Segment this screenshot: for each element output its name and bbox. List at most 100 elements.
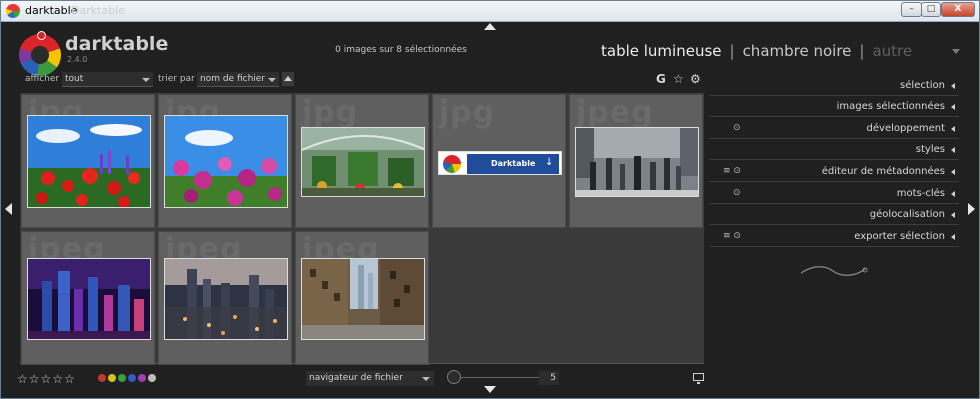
- thumbnail-cell[interactable]: jpeg: [295, 231, 429, 365]
- view-separator: |: [859, 42, 865, 60]
- panel-end-flourish-icon: [800, 266, 868, 276]
- module-label: éditeur de métadonnées: [821, 166, 945, 177]
- download-arrow-icon: ↓: [545, 157, 554, 168]
- module-label: développement: [866, 123, 945, 134]
- color-label-purple[interactable]: [138, 374, 146, 382]
- darktable-window: darktable Darktable – □ X darktable 2.4.…: [0, 0, 980, 399]
- darktable-banner: Darktable ↓: [438, 151, 562, 175]
- darktable-logo-icon: [19, 34, 61, 76]
- color-label-red[interactable]: [98, 374, 106, 382]
- preset-icon[interactable]: ⊙: [733, 188, 741, 198]
- star-overlay-icon[interactable]: ☆: [673, 72, 684, 86]
- collapse-top-panel-icon[interactable]: [484, 23, 496, 30]
- view-separator: |: [729, 42, 735, 60]
- color-label-blue[interactable]: [128, 374, 136, 382]
- chevron-down-icon: [142, 78, 150, 82]
- gear-icon[interactable]: ⚙: [690, 72, 701, 86]
- window-title: darktable: [25, 4, 78, 17]
- zoom-slider-handle[interactable]: [447, 370, 461, 384]
- module-label: mots-clés: [896, 188, 945, 199]
- thumbnail-image: [301, 258, 425, 340]
- view-darkroom[interactable]: chambre noire: [743, 42, 852, 60]
- file-extension: jpg: [302, 95, 359, 130]
- expand-triangle-icon: [951, 212, 955, 218]
- thumbnail-grid: jpg jpg jpg jpg Darktable ↓ jpeg jpeg jp…: [20, 93, 704, 365]
- module-selected-images[interactable]: images sélectionnées: [709, 97, 959, 117]
- module-label: styles: [915, 144, 945, 155]
- thumbnail-cell[interactable]: jpeg: [158, 231, 292, 365]
- thumbnail-cell[interactable]: jpeg: [21, 231, 155, 365]
- window-title-ghost: Darktable: [71, 4, 125, 17]
- view-switcher: table lumineuse | chambre noire | autre: [601, 42, 912, 60]
- module-selection[interactable]: sélection: [709, 76, 959, 96]
- collapse-left-panel-icon[interactable]: [5, 203, 12, 215]
- chevron-down-icon: [422, 377, 430, 381]
- maximize-button[interactable]: □: [921, 2, 941, 17]
- module-styles[interactable]: styles: [709, 140, 959, 160]
- selection-info: 0 images sur 8 sélectionnées: [335, 45, 467, 55]
- app-name: darktable: [65, 33, 169, 55]
- title-bar: darktable Darktable – □ X: [1, 1, 979, 22]
- show-label: afficher: [25, 74, 60, 84]
- layout-select[interactable]: navigateur de fichier: [306, 371, 434, 386]
- star-rating-filter[interactable]: ☆☆☆☆☆: [17, 372, 76, 386]
- thumbnail-image: [27, 258, 151, 340]
- chevron-down-icon: [268, 78, 276, 82]
- thumbnail-cell[interactable]: jpeg: [569, 94, 703, 228]
- expand-triangle-icon: [951, 104, 955, 110]
- color-label-gray[interactable]: [148, 374, 156, 382]
- view-other[interactable]: autre: [872, 42, 912, 60]
- thumbnail-image: [164, 115, 288, 208]
- expand-triangle-icon: [951, 169, 955, 175]
- sort-label: trier par: [158, 74, 195, 84]
- darktable-logo-icon: [443, 155, 461, 173]
- expand-triangle-icon: [951, 191, 955, 197]
- close-button[interactable]: X: [941, 2, 975, 17]
- thumbnail-image: [164, 258, 288, 340]
- module-develop[interactable]: ⊙ développement: [709, 119, 959, 139]
- layout-value: navigateur de fichier: [309, 373, 403, 383]
- view-lighttable[interactable]: table lumineuse: [601, 42, 722, 60]
- zoom-entry[interactable]: 5: [539, 371, 559, 385]
- module-label: géolocalisation: [869, 209, 945, 220]
- module-label: exporter sélection: [854, 231, 945, 242]
- thumbnail-image: [301, 127, 425, 197]
- thumbnail-cell[interactable]: jpg: [158, 94, 292, 228]
- color-label-yellow[interactable]: [108, 374, 116, 382]
- preset-icon[interactable]: ≡ ⊙: [723, 231, 741, 241]
- preset-icon[interactable]: ⊙: [733, 123, 741, 133]
- preset-icon[interactable]: ≡ ⊙: [723, 166, 741, 176]
- display-profile-icon[interactable]: [693, 373, 704, 384]
- show-filter-select[interactable]: tout: [62, 72, 153, 87]
- banner-text: Darktable: [491, 159, 536, 168]
- file-extension: jpg: [439, 95, 496, 130]
- app-icon: [6, 4, 20, 18]
- module-label: sélection: [900, 80, 945, 91]
- show-filter-value: tout: [65, 74, 84, 84]
- grid-bottom-line: [20, 363, 704, 364]
- module-tagging[interactable]: ⊙ mots-clés: [709, 184, 959, 204]
- minimize-button[interactable]: –: [901, 2, 922, 17]
- sort-select[interactable]: nom de fichier: [197, 72, 279, 87]
- color-label-green[interactable]: [118, 374, 126, 382]
- grouping-icon[interactable]: G: [656, 72, 666, 86]
- views-dropdown-icon[interactable]: [952, 49, 960, 54]
- sort-order-button[interactable]: [282, 72, 294, 86]
- module-geotagging[interactable]: géolocalisation: [709, 205, 959, 225]
- logo-dot: [37, 31, 46, 40]
- file-extension: jpeg: [576, 95, 654, 130]
- app-version: 2.4.0: [67, 55, 88, 64]
- thumbnail-cell[interactable]: jpg: [295, 94, 429, 228]
- collapse-bottom-panel-icon[interactable]: [484, 386, 496, 393]
- expand-triangle-icon: [951, 126, 955, 132]
- module-metadata-editor[interactable]: ≡ ⊙ éditeur de métadonnées: [709, 162, 959, 182]
- thumbnail-image: [27, 115, 151, 208]
- banner-bar: Darktable ↓: [467, 154, 559, 174]
- expand-triangle-icon: [951, 234, 955, 240]
- expand-triangle-icon: [951, 83, 955, 89]
- thumbnail-cell[interactable]: jpg: [21, 94, 155, 228]
- collapse-right-panel-icon[interactable]: [968, 203, 975, 215]
- sort-value: nom de fichier: [200, 74, 266, 84]
- module-export-selected[interactable]: ≡ ⊙ exporter sélection: [709, 227, 959, 247]
- thumbnail-cell[interactable]: jpg Darktable ↓: [432, 94, 566, 228]
